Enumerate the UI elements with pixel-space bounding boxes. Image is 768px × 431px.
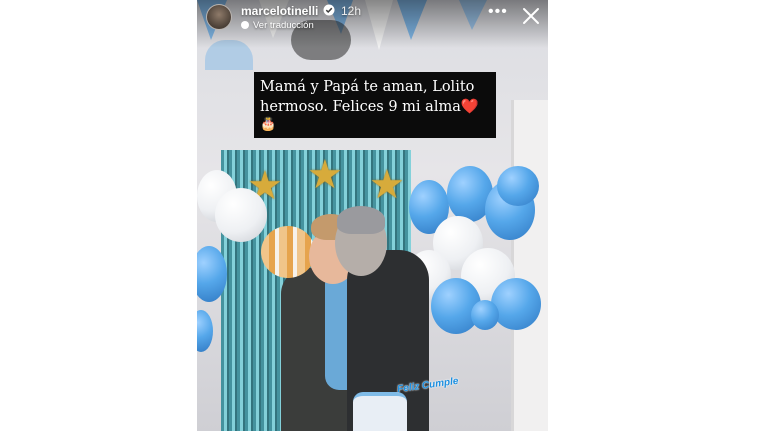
- avatar[interactable]: [206, 4, 232, 30]
- translate-button[interactable]: Ver traducción: [241, 19, 314, 31]
- white-balloon: [215, 188, 267, 242]
- post-time: 12h: [341, 4, 362, 18]
- blue-balloon: [471, 300, 499, 330]
- gold-star-balloon: ★: [307, 153, 343, 197]
- person-father-hair: [337, 206, 385, 234]
- cake-emoji: 🎂: [260, 117, 277, 132]
- story-viewer: ★ ★ ★ Feliz Cumple marcelotinelli 12h Ve…: [197, 0, 548, 431]
- birthday-cake: [353, 392, 407, 431]
- person-beanie: [261, 226, 315, 278]
- close-icon[interactable]: [521, 6, 541, 26]
- gold-star-balloon: ★: [369, 163, 405, 207]
- blue-balloon: [497, 166, 539, 206]
- story-caption: Mamá y Papá te aman, Lolito hermoso. Fel…: [254, 72, 496, 138]
- caption-line: hermoso. Felices 9 mi alma❤️: [260, 97, 490, 117]
- caption-text: hermoso. Felices 9 mi alma: [260, 99, 461, 115]
- verified-badge-icon: [323, 4, 335, 16]
- username[interactable]: marcelotinelli: [241, 4, 318, 18]
- heart-emoji: ❤️: [460, 99, 479, 115]
- more-options-icon[interactable]: •••: [488, 4, 507, 21]
- caption-line: Mamá y Papá te aman, Lolito: [260, 79, 475, 95]
- door-frame: [511, 100, 548, 431]
- translate-dot-icon: [241, 21, 249, 29]
- blue-balloon: [491, 278, 541, 330]
- translate-label: Ver traducción: [253, 19, 314, 31]
